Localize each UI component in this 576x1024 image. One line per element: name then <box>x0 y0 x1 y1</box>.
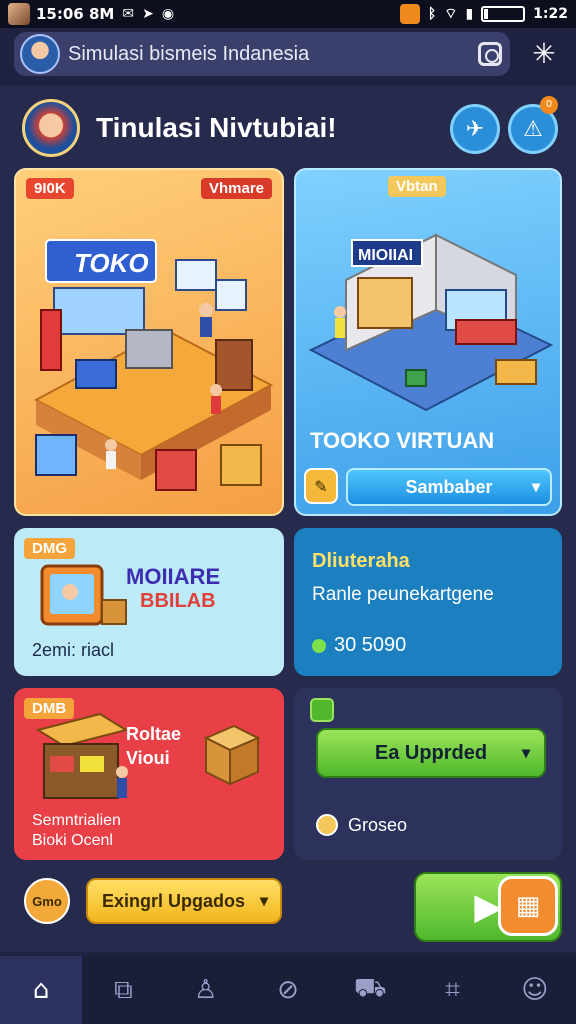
location-pin-icon <box>316 814 338 836</box>
nav-window[interactable]: ⧉ <box>82 956 164 1024</box>
face-icon: ☺ <box>521 975 549 1005</box>
search-bar <box>14 32 510 76</box>
upgrades-select-label: Exingrl Upgados <box>102 890 246 911</box>
crop-icon: ⌗ <box>445 974 460 1005</box>
card-caption: 2emi: riacl <box>32 640 115 660</box>
card-upgrade[interactable]: Ea Upprded ▾ Groseo <box>294 688 562 860</box>
card-caption: Semntrialien <box>32 812 121 829</box>
camera-icon[interactable] <box>478 42 502 66</box>
virtual-store-sign: MIOIIAI <box>358 247 413 264</box>
nav-car[interactable]: ⛟ <box>329 956 411 1024</box>
wrench-icon[interactable]: ✎ <box>304 468 338 504</box>
menu-grid-button[interactable]: ▦ <box>498 876 558 936</box>
card-stats[interactable]: Dliuteraha Ranle peunekartgene 30 5090 <box>294 528 562 676</box>
card-tag: Vbtan <box>388 176 446 197</box>
status-time-left: 15:06 8M <box>36 5 115 23</box>
header-row: Tinulasi Nivtubiai! <box>22 98 337 158</box>
nav-compass[interactable]: ⊘ <box>247 956 329 1024</box>
wifi-icon: ⌔ <box>444 6 458 22</box>
signal-icon: ▮ <box>465 6 474 22</box>
card-heading: MOIIARE <box>126 564 221 589</box>
virtual-store-illustration: MIOIIAI <box>308 233 554 412</box>
card-title: TOOKO VIRTUAN <box>310 428 495 453</box>
card-tag: 9I0K <box>26 178 74 199</box>
car-icon: ⛟ <box>353 973 387 1003</box>
search-input[interactable] <box>68 42 478 66</box>
upgrade-amount: Groseo <box>348 814 408 835</box>
store-illustration: TOKO <box>33 239 274 491</box>
player-avatar[interactable] <box>22 99 80 157</box>
card-heading: Roltae <box>126 724 182 744</box>
page-title: Tinulasi Nivtubiai! <box>96 112 337 143</box>
chevron-down-icon: ▾ <box>259 893 268 910</box>
select-button[interactable]: Sambaber ▾ <box>346 468 552 506</box>
store-sign: TOKO <box>74 248 149 278</box>
bluetooth-icon: ᛒ <box>427 6 437 22</box>
card-tag: Vhmare <box>200 178 272 199</box>
upgrade-button[interactable]: Ea Upprded ▾ <box>316 728 546 778</box>
card-caption: Bioki Ocenl <box>32 832 113 849</box>
sparkle-icon[interactable]: ✳ <box>528 38 560 70</box>
card-mobile[interactable]: DMG MOIIARE BBILAB 2emi: riacl <box>14 528 284 676</box>
status-avatar-icon <box>8 3 30 25</box>
user-icon: ♙ <box>194 975 218 1005</box>
map-pin-icon: ✈ <box>465 116 485 142</box>
chevron-down-icon: ▾ <box>531 479 540 496</box>
window-icon: ⧉ <box>114 974 133 1005</box>
coin-label: Gmo <box>32 893 62 909</box>
upgrade-label: Ea Upprded <box>374 741 488 764</box>
grid-icon: ▦ <box>515 891 541 921</box>
select-label: Sambaber <box>405 476 493 497</box>
nav-face[interactable]: ☺ <box>494 956 576 1024</box>
upgrades-select[interactable]: Exingrl Upgados ▾ <box>86 878 282 924</box>
home-icon: ⌂ <box>32 975 50 1005</box>
compass-icon: ⊘ <box>277 975 299 1005</box>
crate-illustration <box>203 724 261 786</box>
nav-user[interactable]: ♙ <box>165 956 247 1024</box>
coin-button[interactable]: Gmo <box>24 878 70 924</box>
status-bar: 15:06 8M ✉ ➤ ◉ ᛒ ⌔ ▮ 1:22 <box>0 0 576 28</box>
status-time-right: 1:22 <box>533 6 568 22</box>
card-stock[interactable]: DMB Roltae Vioui Semntrialien Bioki Ocen… <box>14 688 284 860</box>
card-tag: DMG <box>24 538 75 559</box>
chevron-down-icon: ▾ <box>521 745 530 762</box>
nav-home[interactable]: ⌂ <box>0 956 83 1024</box>
coin-icon <box>312 638 326 653</box>
notification-badge: 0 <box>540 96 558 114</box>
nav-crop[interactable]: ⌗ <box>411 956 493 1024</box>
battery-icon <box>481 6 526 22</box>
profile-avatar[interactable] <box>20 34 60 74</box>
app-icon: ◉ <box>161 6 175 22</box>
card-subheading: BBILAB <box>140 590 216 612</box>
map-pin-button[interactable]: ✈ <box>450 104 500 154</box>
card-store[interactable]: 9I0K Vhmare TOKO <box>14 168 284 516</box>
notification-icon <box>399 4 420 24</box>
chat-icon <box>310 698 334 722</box>
phone-illustration <box>40 564 127 626</box>
stall-illustration <box>35 712 129 799</box>
location-icon: ➤ <box>142 6 154 22</box>
card-subtitle: Ranle peunekartgene <box>312 584 494 605</box>
card-title: Dliuteraha <box>312 550 410 572</box>
bottom-navigation: ⌂ ⧉ ♙ ⊘ ⛟ ⌗ ☺ <box>0 956 576 1024</box>
message-icon: ✉ <box>122 6 135 22</box>
card-virtual-store[interactable]: Vbtan MIOIIAI TOOKO VIRTUAN ✎ Sambaber ▾ <box>294 168 562 516</box>
card-subheading: Vioui <box>126 748 170 768</box>
stats-amount: 30 5090 <box>334 634 407 656</box>
warning-icon: ⚠ <box>523 116 543 142</box>
